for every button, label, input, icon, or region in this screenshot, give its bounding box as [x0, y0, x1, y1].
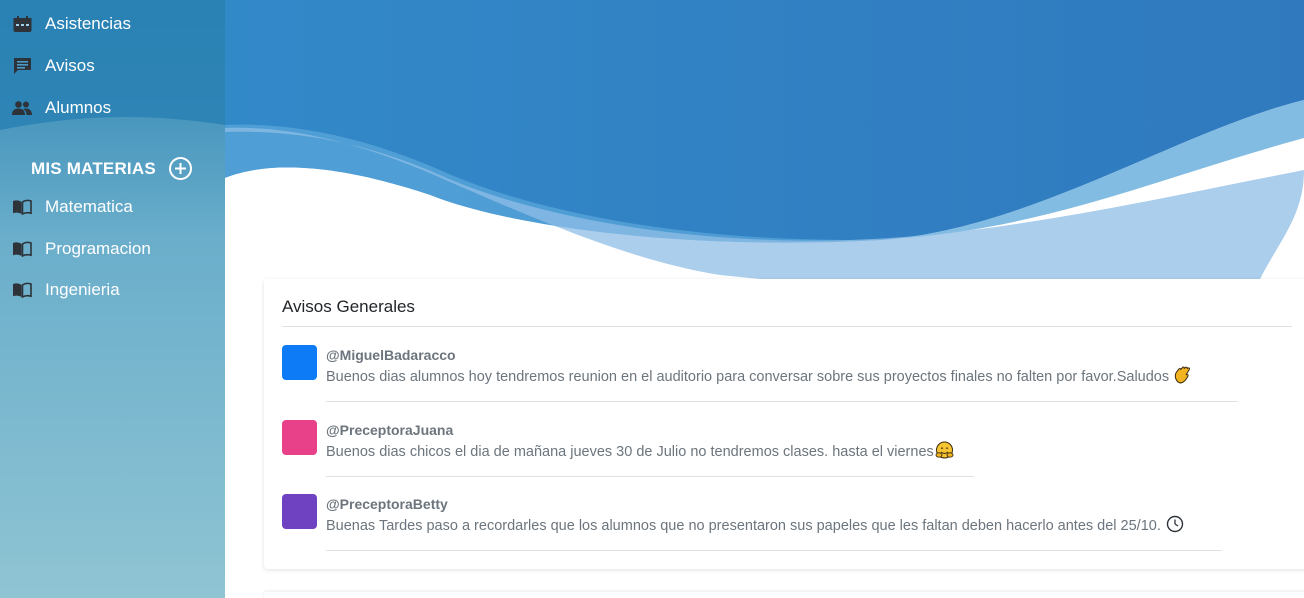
notice-message: Buenos dias chicos el dia de mañana juev… [326, 441, 954, 463]
notice-rule [326, 476, 974, 477]
message-icon [12, 57, 32, 75]
plus-circle-icon[interactable] [168, 156, 193, 181]
notice-user[interactable]: @MiguelBadaracco [326, 347, 456, 363]
sidebar: Asistencias Avisos Alumnos MIS MATERIAS … [0, 0, 225, 598]
people-icon [12, 99, 32, 117]
hugging-face-emoji [935, 441, 954, 463]
clock-emoji [1166, 515, 1184, 537]
avatar [282, 494, 317, 529]
notice-message: Buenos dias alumnos hoy tendremos reunio… [326, 366, 1192, 388]
notice-message-text: Buenas Tardes paso a recordarles que los… [326, 518, 1161, 534]
book-icon [12, 198, 32, 216]
materia-label: Programacion [45, 239, 151, 258]
materia-label: Matematica [45, 197, 133, 216]
notice-user[interactable]: @PreceptoraBetty [326, 496, 448, 512]
materia-label: Ingenieria [45, 280, 120, 299]
divider [282, 326, 1292, 327]
nav-item-label: Alumnos [45, 98, 112, 117]
avisos-generales-card: Avisos Generales @MiguelBadaracco Buenos… [264, 279, 1304, 569]
notice-rule [326, 401, 1238, 402]
notice-rule [326, 550, 1222, 551]
next-card [264, 592, 1304, 598]
notice-user[interactable]: @PreceptoraJuana [326, 422, 453, 438]
avatar [282, 420, 317, 455]
nav-item-avisos[interactable]: Avisos [12, 51, 95, 81]
nav-item-alumnos[interactable]: Alumnos [12, 93, 111, 123]
notice-message-text: Buenos dias alumnos hoy tendremos reunio… [326, 369, 1170, 385]
section-title: MIS MATERIAS [31, 159, 156, 178]
book-icon [12, 240, 32, 258]
app-window: Asistencias Avisos Alumnos MIS MATERIAS … [0, 0, 1304, 598]
calendar-icon [12, 15, 32, 33]
waving-hand-emoji [1173, 366, 1192, 388]
card-title: Avisos Generales [282, 297, 415, 316]
avatar [282, 345, 317, 380]
sidebar-item-matematica[interactable]: Matematica [12, 192, 133, 222]
nav-item-label: Avisos [45, 56, 95, 75]
book-icon [12, 281, 32, 299]
nav-item-label: Asistencias [45, 14, 131, 33]
notice-message-text: Buenos dias chicos el dia de mañana juev… [326, 444, 934, 460]
notice-message: Buenas Tardes paso a recordarles que los… [326, 515, 1184, 537]
nav-item-asistencias[interactable]: Asistencias [12, 9, 131, 39]
sidebar-item-programacion[interactable]: Programacion [12, 234, 151, 264]
sidebar-item-ingenieria[interactable]: Ingenieria [12, 275, 120, 305]
